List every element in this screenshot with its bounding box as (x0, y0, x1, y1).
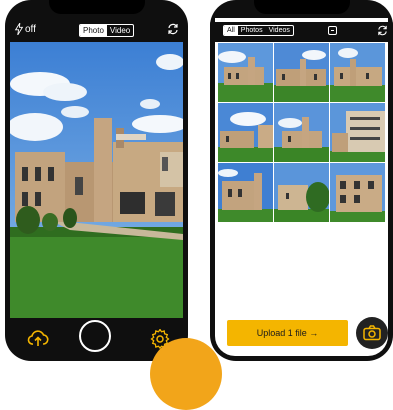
mode-photo[interactable]: Photo (80, 25, 107, 36)
open-camera-button[interactable] (356, 317, 388, 349)
tab-all[interactable]: All (224, 26, 238, 35)
flash-label: off (25, 23, 36, 35)
photo-thumbnail[interactable] (274, 103, 329, 162)
camera-phone: off Photo Video (5, 0, 188, 361)
mode-video[interactable]: Video (107, 25, 133, 36)
photo-thumbnail[interactable] (218, 163, 273, 222)
rotate-camera-icon[interactable] (377, 25, 388, 36)
capture-mode-toggle: Photo Video (79, 24, 135, 37)
phone-notch (253, 0, 350, 14)
shutter-button[interactable] (79, 320, 111, 352)
camera-icon (363, 325, 381, 341)
library-top-bar: All Photos Videos (210, 22, 393, 42)
photo-thumbnail[interactable] (274, 163, 329, 222)
photo-thumbnail[interactable] (218, 43, 273, 102)
decorative-orange-circle (150, 338, 222, 410)
tab-videos[interactable]: Videos (266, 26, 293, 35)
lightning-icon (14, 23, 24, 35)
camera-viewfinder[interactable] (10, 42, 183, 318)
flash-toggle[interactable]: off (14, 23, 36, 35)
photo-thumbnail[interactable] (330, 163, 385, 222)
upload-files-button[interactable]: Upload 1 file → (227, 320, 348, 346)
library-phone: All Photos Videos Upload 1 file → (210, 0, 393, 361)
camera-top-bar: off Photo Video (5, 18, 188, 42)
phone-notch (48, 0, 145, 14)
media-filter-tabs: All Photos Videos (223, 25, 294, 36)
photo-thumbnail[interactable] (330, 103, 385, 162)
viewfinder-scene (10, 42, 183, 318)
select-icon[interactable] (328, 26, 337, 35)
photo-thumbnail[interactable] (274, 43, 329, 102)
photo-thumbnail[interactable] (218, 103, 273, 162)
upload-cloud-icon[interactable] (27, 328, 49, 350)
tab-photos[interactable]: Photos (238, 26, 266, 35)
photo-thumbnail[interactable] (330, 43, 385, 102)
rotate-camera-icon[interactable] (167, 23, 179, 35)
photo-grid (218, 43, 385, 223)
